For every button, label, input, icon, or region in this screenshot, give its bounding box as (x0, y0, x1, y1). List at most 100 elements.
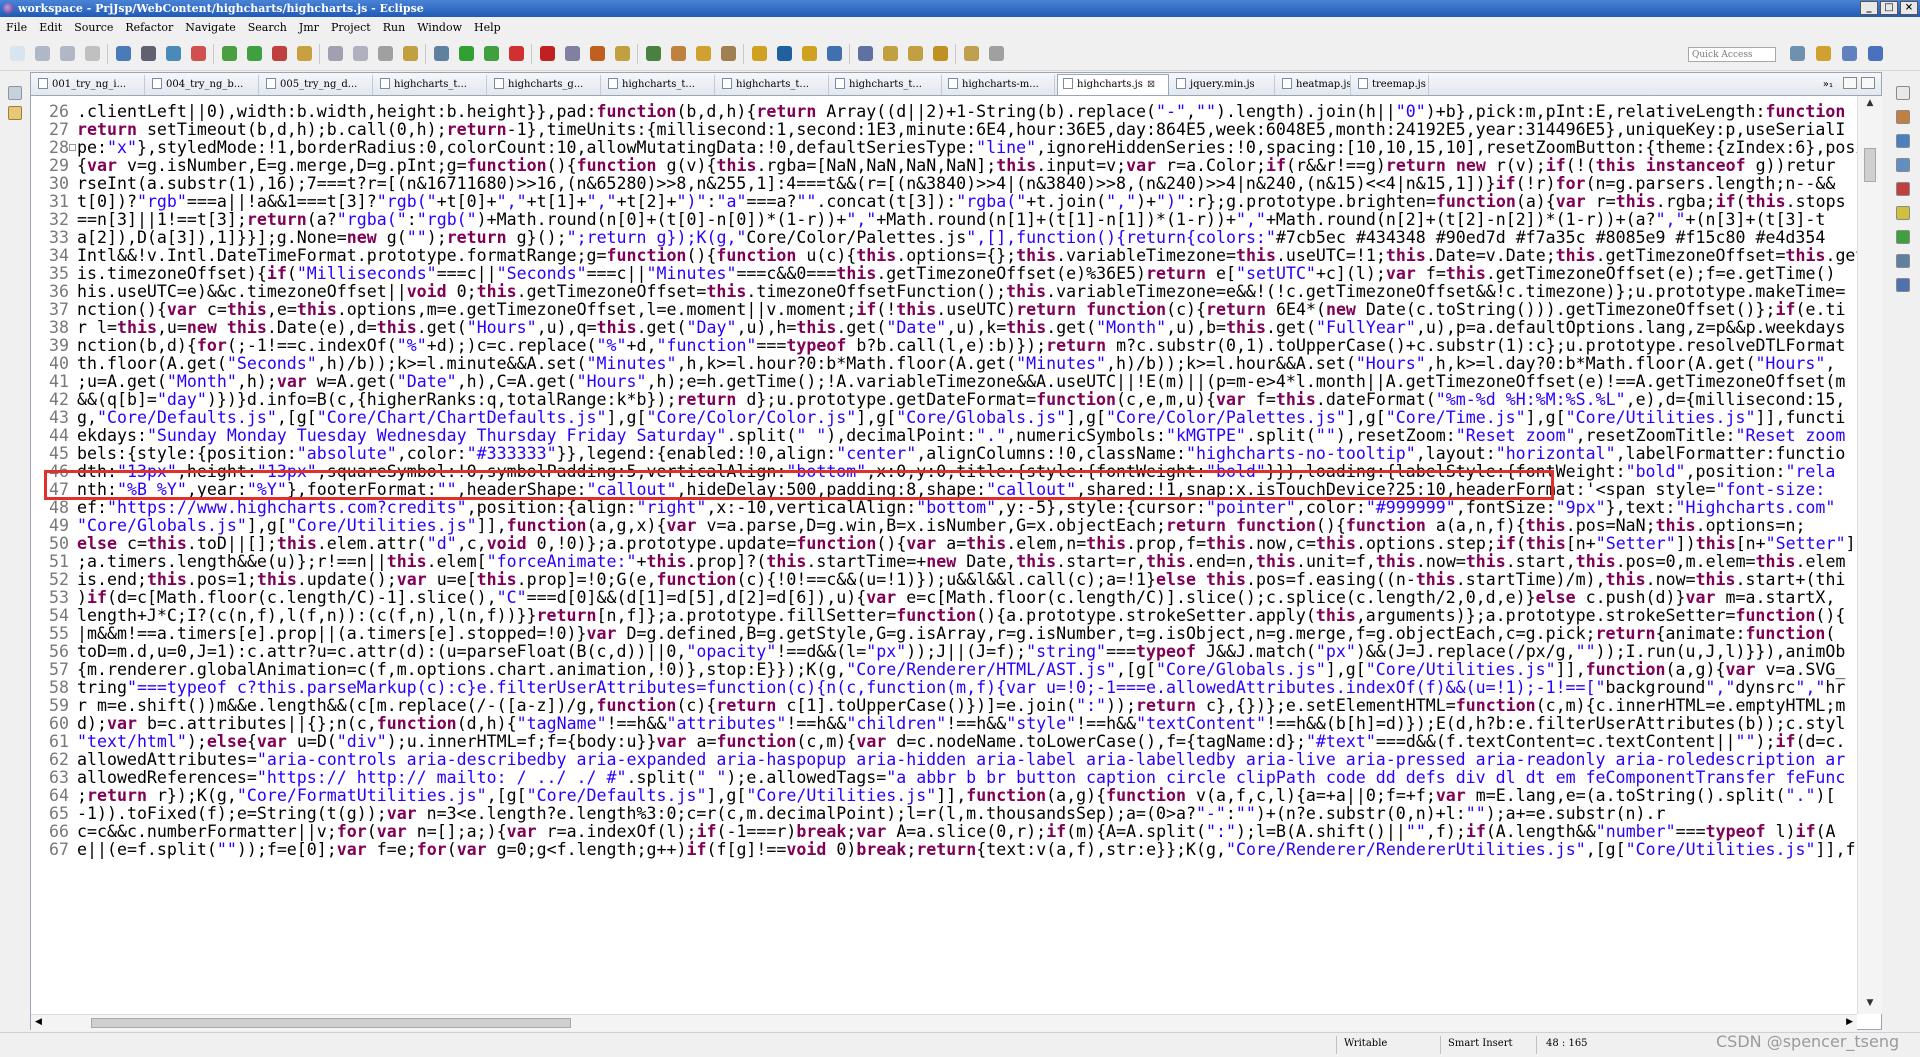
close-tab-icon[interactable]: ⊠ (1147, 75, 1155, 95)
pin-icon[interactable] (378, 46, 393, 61)
maximize-editor-button[interactable] (1861, 77, 1875, 89)
menu-run[interactable]: Run (377, 21, 411, 34)
menu-help[interactable]: Help (468, 21, 507, 34)
refresh-icon[interactable] (247, 46, 262, 61)
new-icon[interactable] (10, 46, 25, 61)
settings-icon[interactable] (434, 46, 449, 61)
scroll-right-icon[interactable]: ▶ (1846, 1017, 1853, 1027)
open-perspective-icon[interactable] (1790, 46, 1805, 61)
menu-project[interactable]: Project (325, 21, 377, 34)
horizontal-scrollbar[interactable]: ◀ ▶ (31, 1014, 1857, 1031)
stop-icon[interactable] (540, 46, 555, 61)
back-icon[interactable] (933, 46, 948, 61)
link-icon[interactable] (191, 46, 206, 61)
vertical-scroll-thumb[interactable] (1864, 148, 1876, 182)
menu-refactor[interactable]: Refactor (119, 21, 179, 34)
globe-icon[interactable] (827, 46, 842, 61)
editor-tab[interactable]: jquery.min.js (1171, 75, 1275, 95)
quick-access-input[interactable]: Quick Access (1688, 47, 1776, 62)
watermark-text: CSDN @spencer_tseng (1716, 1032, 1900, 1051)
editor-tab[interactable]: 004_try_ng_b... (147, 75, 259, 95)
scroll-left-icon[interactable]: ◀ (35, 1017, 42, 1027)
editor-tab[interactable]: treemap.js (1353, 75, 1429, 95)
editor-tab[interactable]: highcharts_g... (489, 75, 601, 95)
flag-icon[interactable] (908, 46, 923, 61)
editor-tab[interactable]: highcharts_t... (717, 75, 829, 95)
debug-perspective-icon[interactable] (1842, 46, 1857, 61)
profile-icon[interactable] (509, 46, 524, 61)
trim-view-icon[interactable] (1896, 278, 1910, 292)
wand-icon[interactable] (721, 46, 736, 61)
tools-icon[interactable] (858, 46, 873, 61)
question-icon[interactable] (802, 46, 817, 61)
terminal-icon[interactable] (166, 46, 181, 61)
help-icon[interactable] (777, 46, 792, 61)
trim-view-icon[interactable] (1896, 158, 1910, 172)
layout-icon[interactable] (328, 46, 343, 61)
fold-toggle-icon[interactable] (69, 144, 76, 151)
editor-tab[interactable]: 005_try_ng_d... (261, 75, 373, 95)
edit-icon[interactable] (403, 46, 418, 61)
minimize-button[interactable]: _ (1860, 1, 1878, 15)
vertical-scrollbar[interactable]: ▲ ▼ (1857, 96, 1882, 1014)
marker-icon[interactable] (883, 46, 898, 61)
jee-perspective-icon[interactable] (1868, 46, 1883, 61)
folder-icon[interactable] (696, 46, 711, 61)
trim-view-icon[interactable] (1896, 254, 1910, 268)
menu-navigate[interactable]: Navigate (179, 21, 241, 34)
run-target-icon[interactable] (222, 46, 237, 61)
sync-icon[interactable] (646, 46, 661, 61)
task-icon[interactable] (272, 46, 287, 61)
file-icon (266, 78, 276, 89)
db-icon[interactable] (671, 46, 686, 61)
trim-view-icon[interactable] (1896, 110, 1910, 124)
format-icon[interactable] (353, 46, 368, 61)
trim-view-icon[interactable] (1896, 230, 1910, 244)
warning-icon[interactable] (752, 46, 767, 61)
restore-view-icon[interactable] (8, 86, 22, 100)
menu-window[interactable]: Window (411, 21, 468, 34)
package-explorer-icon[interactable] (8, 106, 22, 120)
run-icon[interactable] (459, 46, 474, 61)
close-button[interactable]: × (1900, 1, 1918, 15)
horizontal-scroll-thumb[interactable] (91, 1018, 571, 1028)
trim-view-icon[interactable] (1896, 182, 1910, 196)
menu-jmr[interactable]: Jmr (293, 21, 325, 34)
code-text-area[interactable]: 26 .clientLeft||0),width:b.width,height:b… (31, 96, 1857, 1014)
editor-tab[interactable]: highcharts_t... (375, 75, 487, 95)
open-console-icon[interactable] (141, 46, 156, 61)
debug-run-icon[interactable] (484, 46, 499, 61)
scroll-down-icon[interactable]: ▼ (1862, 998, 1878, 1012)
trim-view-icon[interactable] (1896, 134, 1910, 148)
maximize-button[interactable]: □ (1880, 1, 1898, 15)
left-icon[interactable] (964, 46, 979, 61)
save-icon[interactable] (35, 46, 50, 61)
editor-tab[interactable]: heatmap.js (1277, 75, 1351, 95)
status-bar: Writable Smart Insert 48 : 165 (0, 1032, 1920, 1057)
java-perspective-icon[interactable] (1816, 46, 1831, 61)
grid-icon[interactable] (615, 46, 630, 61)
menu-file[interactable]: File (0, 21, 33, 34)
debug-icon[interactable] (116, 46, 131, 61)
editor-tab[interactable]: highcharts-m... (943, 75, 1055, 95)
scroll-up-icon[interactable]: ▲ (1862, 98, 1878, 112)
editor-tab[interactable]: 001_try_ng_i... (33, 75, 145, 95)
tab-overflow-button[interactable]: »₁ (1823, 76, 1833, 94)
menu-search[interactable]: Search (242, 21, 293, 34)
trim-view-icon[interactable] (1896, 86, 1910, 100)
server-icon[interactable] (565, 46, 580, 61)
menu-edit[interactable]: Edit (33, 21, 68, 34)
print-icon[interactable] (85, 46, 100, 61)
title-bar[interactable]: workspace - PrjJsp/WebContent/highcharts… (0, 0, 1920, 17)
editor-tab[interactable]: highcharts_t... (603, 75, 715, 95)
editor-tab[interactable]: highcharts_t... (830, 75, 942, 95)
build-icon[interactable] (297, 46, 312, 61)
editor-tab[interactable]: highcharts.js ⊠ (1057, 74, 1169, 95)
code-line[interactable]: 67 e||(e=f.split(""));f=e[0];var f=e;for(… (31, 839, 1857, 861)
forward-icon[interactable] (989, 46, 1004, 61)
menu-source[interactable]: Source (68, 21, 119, 34)
trim-view-icon[interactable] (1896, 206, 1910, 220)
minimize-editor-button[interactable] (1843, 77, 1857, 89)
deploy-icon[interactable] (590, 46, 605, 61)
save-all-icon[interactable] (60, 46, 75, 61)
